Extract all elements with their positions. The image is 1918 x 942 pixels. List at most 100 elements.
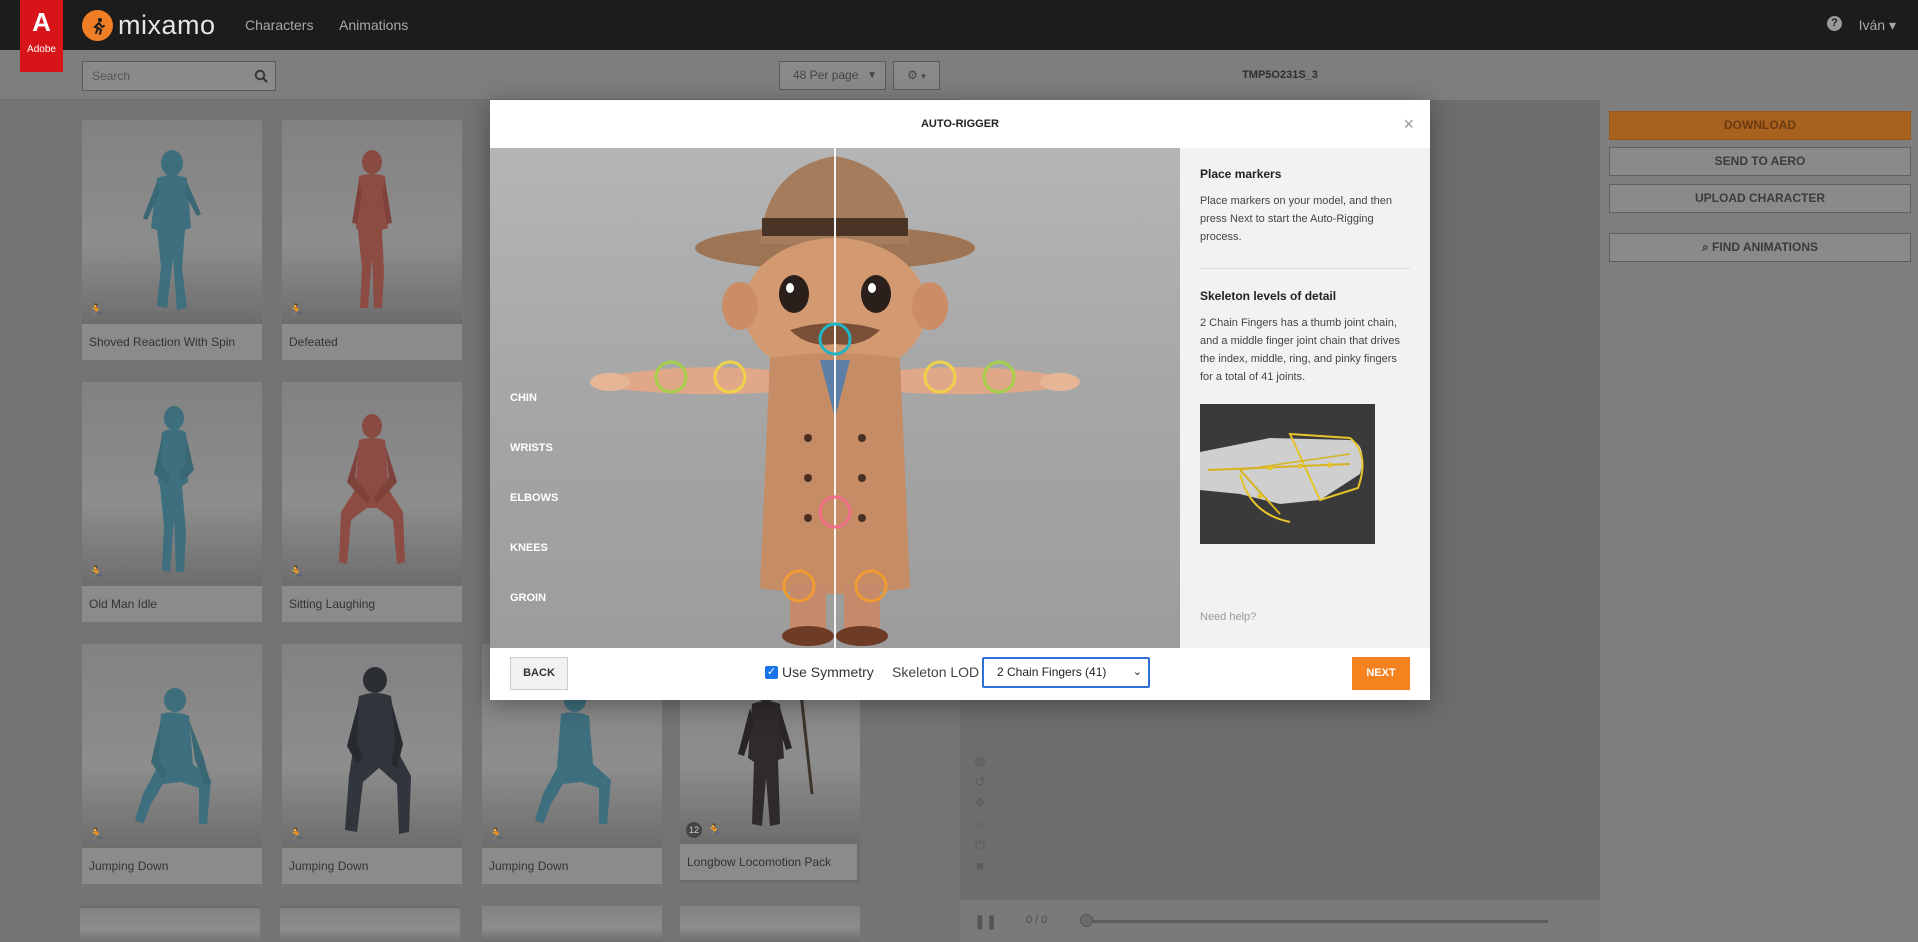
timeline: ❚❚ 0 / 0	[960, 900, 1600, 942]
character-figure	[352, 150, 392, 308]
find-animations-button[interactable]: ⌕ FIND ANIMATIONS	[1609, 233, 1911, 262]
info-heading-lod: Skeleton levels of detail	[1200, 289, 1337, 303]
app-name: mixamo	[118, 10, 216, 40]
settings-button[interactable]: ⚙ ▾	[893, 61, 940, 90]
rig-markers	[654, 322, 1016, 603]
running-icon: 🏃	[288, 565, 305, 580]
running-icon: 🏃	[288, 827, 305, 842]
marker-label-knees: KNEES	[510, 542, 548, 554]
running-icon: 🏃	[488, 827, 505, 842]
library-toolbar: 48 Per page ▼ ⚙ ▾	[0, 50, 960, 100]
top-bar: A Adobe mixamo Characters Animations ? I…	[0, 0, 1918, 72]
viewer-tools: ◍ ↺ ✥ ⌕ ⏻ ■	[972, 750, 988, 876]
mixamo-logo[interactable]: mixamo	[82, 10, 216, 41]
use-symmetry-toggle[interactable]: ✓ Use Symmetry	[765, 664, 874, 680]
per-page-select[interactable]: 48 Per page ▼	[779, 61, 886, 90]
marker-label-chin: CHIN	[510, 392, 537, 404]
close-icon[interactable]: ×	[1403, 114, 1414, 135]
back-button[interactable]: BACK	[510, 657, 568, 690]
dialog-footer: BACK ✓ Use Symmetry Skeleton LOD 2 Chain…	[490, 648, 1430, 700]
card-title: Shoved Reaction With Spin	[82, 324, 262, 360]
next-button[interactable]: NEXT	[1352, 657, 1410, 690]
animation-card[interactable]	[680, 906, 860, 942]
send-to-aero-button[interactable]: SEND TO AERO	[1609, 147, 1911, 176]
find-animations-label: FIND ANIMATIONS	[1712, 240, 1819, 254]
upload-character-button[interactable]: UPLOAD CHARACTER	[1609, 184, 1911, 213]
adobe-a-icon: A	[32, 7, 51, 37]
card-title: Jumping Down	[82, 848, 262, 884]
animation-card[interactable]	[80, 906, 260, 942]
pause-icon[interactable]: ❚❚	[974, 913, 997, 930]
knee-marker-left[interactable]	[782, 569, 816, 603]
animation-card[interactable]: 🏃 Old Man Idle	[82, 382, 262, 622]
search-input[interactable]	[83, 62, 243, 90]
elbow-marker-right[interactable]	[923, 360, 957, 394]
chevron-down-icon: ▾	[1888, 17, 1896, 33]
animation-card[interactable]	[482, 906, 662, 942]
info-panel: Place markers Place markers on your mode…	[1180, 148, 1430, 648]
animation-card[interactable]: 🏃 Sitting Laughing	[282, 382, 462, 622]
per-page-value: 48 Per page	[793, 68, 859, 82]
animation-card[interactable]: 🏃 Defeated	[282, 120, 462, 360]
frame-counter: 0 / 0	[1026, 914, 1048, 926]
hand-skeleton-icon	[1200, 432, 1364, 523]
timeline-scrubber[interactable]	[1080, 914, 1093, 927]
undo-icon[interactable]: ↺	[972, 771, 988, 792]
marker-label-wrists: WRISTS	[510, 442, 553, 454]
adobe-logo[interactable]: A Adobe	[20, 0, 63, 72]
character-figure	[135, 688, 211, 824]
search-icon[interactable]	[254, 69, 268, 83]
wrist-marker-right[interactable]	[982, 360, 1016, 394]
help-icon[interactable]: ?	[1827, 16, 1842, 31]
marker-label-elbows: ELBOWS	[510, 492, 559, 504]
need-help-link[interactable]: Need help?	[1200, 611, 1256, 623]
marker-label-groin: GROIN	[510, 592, 547, 604]
info-heading-markers: Place markers	[1200, 167, 1282, 181]
auto-rigger-dialog: AUTO-RIGGER × CHIN WRISTS ELBOWS KNEES G…	[490, 100, 1430, 700]
info-body-lod: 2 Chain Fingers has a thumb joint chain,…	[1200, 317, 1400, 383]
user-name: Iván	[1858, 17, 1886, 33]
globe-icon[interactable]: ◍	[972, 750, 988, 771]
timeline-track[interactable]	[1086, 920, 1548, 923]
wrist-marker-left[interactable]	[654, 360, 688, 394]
running-icon: 🏃	[88, 565, 105, 580]
zoom-icon[interactable]: ⌕	[972, 813, 988, 834]
nav-characters[interactable]: Characters	[245, 17, 313, 33]
knee-marker-right[interactable]	[854, 569, 888, 603]
chevron-down-icon: ⌄	[1132, 666, 1142, 678]
user-menu[interactable]: Iván ▾	[1859, 17, 1896, 34]
animation-thumbnail	[482, 906, 662, 942]
nav-animations[interactable]: Animations	[339, 17, 408, 33]
checkbox-checked-icon[interactable]: ✓	[765, 665, 778, 679]
dialog-title: AUTO-RIGGER	[920, 118, 1000, 130]
move-icon[interactable]: ✥	[972, 792, 988, 813]
character-figure	[143, 150, 201, 310]
download-button[interactable]: DOWNLOAD	[1609, 111, 1911, 140]
groin-marker[interactable]	[818, 495, 852, 529]
reset-icon[interactable]: ⏻	[972, 834, 988, 855]
animation-thumbnail	[680, 906, 860, 942]
adobe-label: Adobe	[27, 44, 56, 55]
animation-card[interactable]: 🏃 Shoved Reaction With Spin	[82, 120, 262, 360]
card-title: Sitting Laughing	[282, 586, 462, 622]
side-panel: DOWNLOAD SEND TO AERO UPLOAD CHARACTER ⌕…	[1600, 50, 1918, 942]
animation-thumbnail	[280, 908, 460, 942]
skeleton-lod-label: Skeleton LOD	[892, 664, 980, 680]
card-title: Longbow Locomotion Pack	[680, 844, 857, 880]
skeleton-lod-select[interactable]: 2 Chain Fingers (41) ⌄	[982, 657, 1150, 688]
camera-icon[interactable]: ■	[972, 855, 988, 876]
animation-card[interactable]	[280, 906, 460, 942]
character-figure	[345, 667, 411, 834]
info-body-markers: Place markers on your model, and then pr…	[1200, 195, 1392, 243]
search-box	[82, 61, 276, 91]
character-figure	[154, 406, 194, 572]
animation-card[interactable]: 🏃 Jumping Down	[282, 644, 462, 884]
chin-marker[interactable]	[818, 322, 852, 356]
character-figure	[535, 688, 611, 824]
animation-card[interactable]: 🏃 Jumping Down	[82, 644, 262, 884]
elbow-marker-left[interactable]	[713, 360, 747, 394]
card-title: Old Man Idle	[82, 586, 262, 622]
search-icon: ⌕	[1701, 240, 1709, 254]
mixamo-runner-icon	[82, 10, 113, 41]
card-title: Jumping Down	[282, 848, 462, 884]
